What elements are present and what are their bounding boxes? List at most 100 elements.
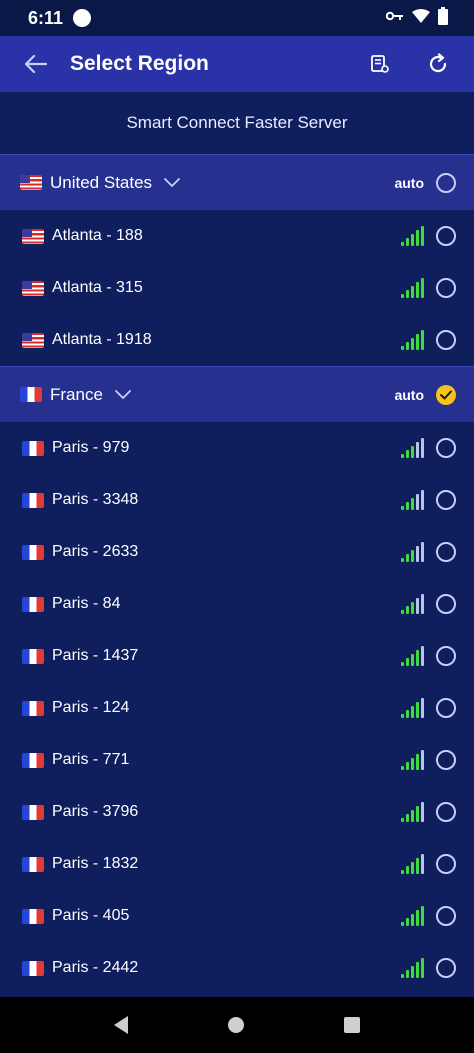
us-flag-icon <box>22 228 44 244</box>
battery-icon <box>438 6 448 30</box>
country-header-united-states[interactable]: United States auto <box>0 154 474 210</box>
server-row[interactable]: Paris - 84 <box>0 578 474 630</box>
smart-connect-button[interactable]: Smart Connect Faster Server <box>0 92 474 154</box>
signal-strength-icon <box>401 854 424 874</box>
signal-strength-icon <box>401 750 424 770</box>
server-name: Atlanta - 188 <box>52 227 143 244</box>
server-radio[interactable] <box>436 698 456 718</box>
nav-back-icon[interactable] <box>114 1016 128 1034</box>
log-button[interactable] <box>360 44 400 84</box>
screen: 6:11 Select Region Smart Connect Faster … <box>0 0 474 1053</box>
nav-recents-icon[interactable] <box>344 1017 360 1033</box>
server-row[interactable]: Paris - 3796 <box>0 786 474 838</box>
arrow-left-icon <box>25 55 47 73</box>
fr-flag-icon <box>22 804 44 820</box>
fr-flag-icon <box>22 648 44 664</box>
server-row[interactable]: Paris - 2442 <box>0 942 474 994</box>
server-name: Paris - 979 <box>52 439 130 456</box>
country-header-france[interactable]: France auto <box>0 366 474 422</box>
fr-flag-icon <box>22 752 44 768</box>
refresh-button[interactable] <box>418 44 458 84</box>
check-icon <box>440 390 452 399</box>
server-radio[interactable] <box>436 542 456 562</box>
server-row[interactable]: Atlanta - 315 <box>0 262 474 314</box>
server-row[interactable]: Paris - 1437 <box>0 630 474 682</box>
nav-home-icon[interactable] <box>228 1017 244 1033</box>
signal-strength-icon <box>401 490 424 510</box>
server-radio[interactable] <box>436 278 456 298</box>
fr-flag-icon <box>22 960 44 976</box>
country-radio[interactable] <box>436 172 456 193</box>
server-name: Paris - 3348 <box>52 491 139 508</box>
signal-strength-icon <box>401 594 424 614</box>
server-name: Paris - 405 <box>52 907 130 924</box>
refresh-icon <box>429 53 447 73</box>
chevron-down-icon[interactable] <box>115 389 131 400</box>
server-name: Atlanta - 315 <box>52 279 143 296</box>
server-row[interactable]: Paris - 405 <box>0 890 474 942</box>
server-radio[interactable] <box>436 646 456 666</box>
fr-flag-icon <box>22 492 44 508</box>
signal-strength-icon <box>401 542 424 562</box>
server-radio[interactable] <box>436 854 456 874</box>
status-bar: 6:11 <box>0 0 474 36</box>
country-name: France <box>50 384 103 404</box>
us-flag-icon <box>22 280 44 296</box>
signal-strength-icon <box>401 278 424 298</box>
fr-flag-icon <box>22 908 44 924</box>
vpn-key-icon <box>385 9 404 27</box>
signal-strength-icon <box>401 646 424 666</box>
document-settings-icon <box>371 55 389 73</box>
us-flag-icon <box>20 175 42 190</box>
server-radio[interactable] <box>436 906 456 926</box>
fr-flag-icon <box>22 544 44 560</box>
country-radio-checked[interactable] <box>436 384 456 405</box>
server-name: Atlanta - 1918 <box>52 331 152 348</box>
server-row[interactable]: Paris - 124 <box>0 682 474 734</box>
chevron-down-icon[interactable] <box>164 177 180 188</box>
server-radio[interactable] <box>436 226 456 246</box>
signal-strength-icon <box>401 438 424 458</box>
server-name: Paris - 3796 <box>52 803 139 820</box>
server-radio[interactable] <box>436 750 456 770</box>
back-button[interactable] <box>22 50 50 78</box>
server-row[interactable]: Atlanta - 188 <box>0 210 474 262</box>
signal-strength-icon <box>401 698 424 718</box>
server-row[interactable]: Paris - 771 <box>0 734 474 786</box>
server-name: Paris - 1437 <box>52 647 139 664</box>
notification-dot-icon <box>73 9 92 27</box>
server-row[interactable]: Paris - 3348 <box>0 474 474 526</box>
signal-strength-icon <box>401 330 424 350</box>
page-title: Select Region <box>70 52 209 75</box>
server-radio[interactable] <box>436 802 456 822</box>
server-radio[interactable] <box>436 330 456 350</box>
app-bar: Select Region <box>0 36 474 92</box>
fr-flag-icon <box>22 856 44 872</box>
wifi-icon <box>412 8 430 28</box>
server-name: Paris - 771 <box>52 751 130 768</box>
us-flag-icon <box>22 332 44 348</box>
server-radio[interactable] <box>436 490 456 510</box>
signal-strength-icon <box>401 958 424 978</box>
server-row[interactable]: Paris - 1832 <box>0 838 474 890</box>
status-left: 6:11 <box>28 8 92 29</box>
server-row[interactable]: Paris - 2633 <box>0 526 474 578</box>
server-radio[interactable] <box>436 438 456 458</box>
fr-flag-icon <box>20 387 42 402</box>
server-radio[interactable] <box>436 958 456 978</box>
system-nav-bar <box>0 997 474 1053</box>
auto-label: auto <box>394 386 424 403</box>
server-name: Paris - 2442 <box>52 959 139 976</box>
server-row[interactable]: Paris - 979 <box>0 422 474 474</box>
smart-connect-label: Smart Connect Faster Server <box>126 113 348 132</box>
server-name: Paris - 1832 <box>52 855 139 872</box>
server-name: Paris - 2633 <box>52 543 139 560</box>
signal-strength-icon <box>401 226 424 246</box>
status-right <box>385 6 448 30</box>
fr-flag-icon <box>22 596 44 612</box>
server-name: Paris - 124 <box>52 699 130 716</box>
fr-flag-icon <box>22 440 44 456</box>
fr-flag-icon <box>22 700 44 716</box>
server-radio[interactable] <box>436 594 456 614</box>
server-row[interactable]: Atlanta - 1918 <box>0 314 474 366</box>
